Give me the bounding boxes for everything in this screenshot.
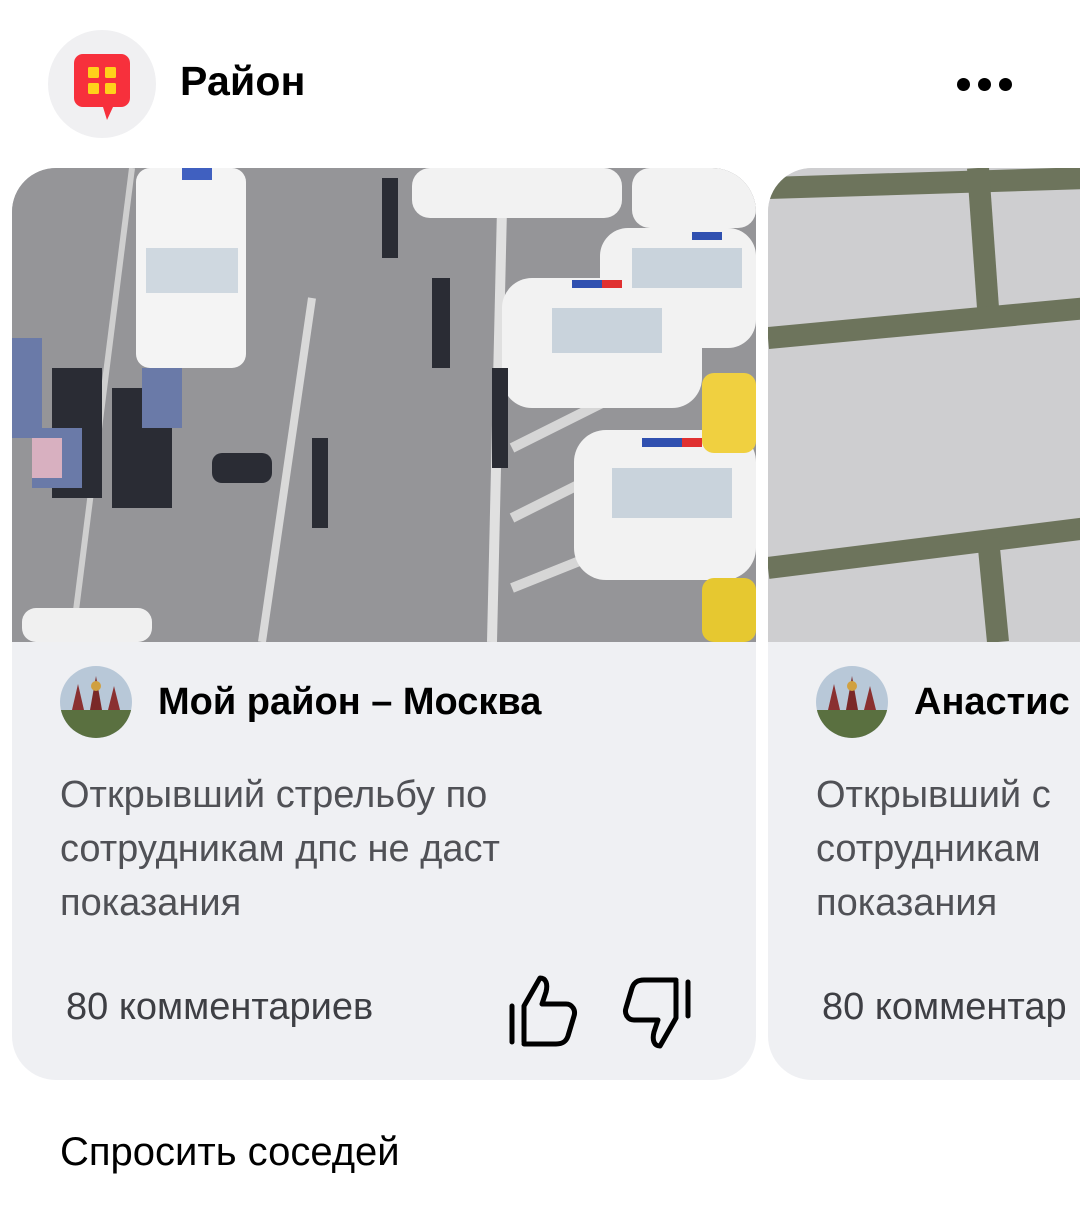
thumbs-up-icon xyxy=(509,975,577,1047)
author-avatar xyxy=(60,666,132,738)
author-name: Анастис xyxy=(914,680,1070,723)
more-dots-icon xyxy=(956,77,970,91)
news-carousel[interactable]: Мой район – Москва Открывший стрельбу по… xyxy=(0,168,1080,1080)
card-author[interactable]: Анастис xyxy=(816,666,1070,738)
ask-neighbors-link[interactable]: Спросить соседей xyxy=(60,1130,400,1175)
kremlin-avatar-icon xyxy=(60,666,132,738)
thumbs-down-icon xyxy=(623,977,691,1049)
like-button[interactable] xyxy=(506,972,578,1048)
news-photo xyxy=(768,168,1080,642)
comments-count[interactable]: 80 комментариев xyxy=(66,986,373,1029)
rayon-logo-icon xyxy=(74,54,130,120)
card-author[interactable]: Мой район – Москва xyxy=(60,666,541,738)
news-card[interactable]: Анастис Открывший с сотрудникам показани… xyxy=(768,168,1080,1080)
app-header: Район xyxy=(0,0,1080,168)
dislike-button[interactable] xyxy=(622,976,694,1052)
news-headline[interactable]: Открывший стрельбу по сотрудникам дпс не… xyxy=(60,768,620,930)
app-title: Район xyxy=(180,58,306,104)
author-name: Мой район – Москва xyxy=(158,680,542,723)
news-card[interactable]: Мой район – Москва Открывший стрельбу по… xyxy=(12,168,756,1080)
news-photo xyxy=(12,168,756,642)
author-avatar xyxy=(816,666,888,738)
news-headline[interactable]: Открывший с сотрудникам показания xyxy=(816,768,1080,930)
more-button[interactable] xyxy=(948,62,1020,106)
app-logo[interactable] xyxy=(48,30,156,138)
comments-count[interactable]: 80 комментар xyxy=(822,986,1067,1029)
kremlin-avatar-icon xyxy=(816,666,888,738)
